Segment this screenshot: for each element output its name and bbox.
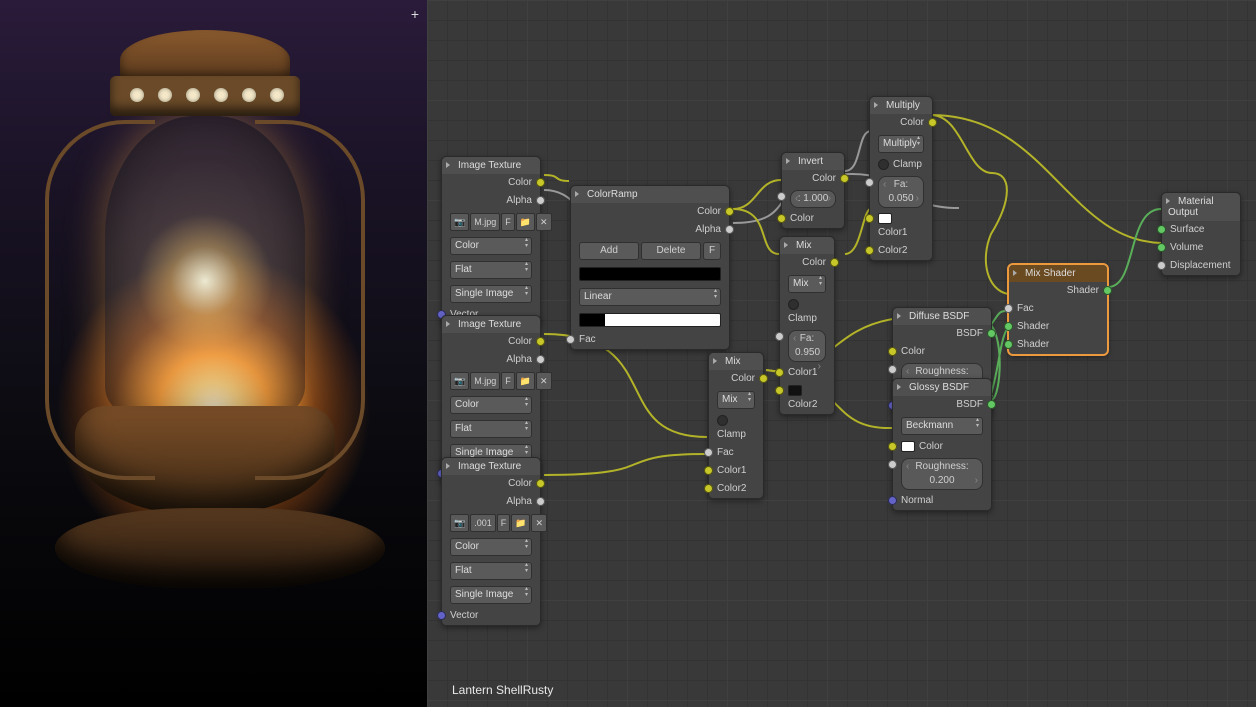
- socket-color-out[interactable]: [759, 374, 768, 383]
- add-button[interactable]: Add: [579, 242, 639, 260]
- distribution-dropdown[interactable]: Beckmann: [901, 417, 983, 435]
- image-selector[interactable]: 📷M.jpgF📁✕: [450, 213, 532, 231]
- node-glossy-bsdf[interactable]: Glossy BSDF BSDF Beckmann Color Roughnes…: [892, 378, 992, 511]
- clamp-checkbox[interactable]: [878, 159, 889, 170]
- color-swatch[interactable]: [901, 441, 915, 452]
- clamp-checkbox[interactable]: [717, 415, 728, 426]
- expand-icon[interactable]: +: [411, 6, 419, 22]
- ramp-gradient[interactable]: [579, 313, 721, 327]
- node-multiply[interactable]: Multiply Color Multiply Clamp Fa: 0.050 …: [869, 96, 933, 261]
- socket-alpha-out[interactable]: [536, 355, 545, 364]
- roughness-field[interactable]: Roughness: 0.200: [901, 458, 983, 490]
- socket-fac-in[interactable]: [566, 335, 575, 344]
- node-mix-1[interactable]: Mix Color Mix Clamp Fa: 0.950 Color1 Col…: [779, 236, 835, 415]
- socket-color-out[interactable]: [830, 258, 839, 267]
- socket-bsdf-out[interactable]: [987, 329, 996, 338]
- node-invert[interactable]: Invert Color : 1.000 Color: [781, 152, 845, 229]
- socket-color-out[interactable]: [840, 174, 849, 183]
- flip-button[interactable]: F: [703, 242, 721, 260]
- blend-dropdown[interactable]: Mix: [788, 275, 826, 293]
- delete-button[interactable]: Delete: [641, 242, 701, 260]
- blend-dropdown[interactable]: Mix: [717, 391, 755, 409]
- fac-field[interactable]: : 1.000: [790, 190, 836, 208]
- color1-swatch[interactable]: [878, 213, 892, 224]
- fac-field[interactable]: Fa: 0.050: [878, 176, 924, 208]
- socket-color-out[interactable]: [928, 118, 937, 127]
- image-selector[interactable]: 📷.001F📁✕: [450, 514, 532, 532]
- socket-shader-out[interactable]: [1103, 286, 1112, 295]
- socket-color-out[interactable]: [725, 207, 734, 216]
- clamp-checkbox[interactable]: [788, 299, 799, 310]
- node-material-output[interactable]: Material Output Surface Volume Displacem…: [1161, 192, 1241, 276]
- image-selector[interactable]: 📷M.jpgF📁✕: [450, 372, 532, 390]
- node-mix-2[interactable]: Mix Color Mix Clamp Fac Color1 Color2: [708, 352, 764, 499]
- interp-dropdown[interactable]: Linear: [579, 288, 721, 306]
- socket-alpha-out[interactable]: [725, 225, 734, 234]
- projection-dropdown[interactable]: Flat: [450, 261, 532, 279]
- render-preview: +: [0, 0, 427, 707]
- socket-color-in[interactable]: [777, 214, 786, 223]
- socket-alpha-out[interactable]: [536, 196, 545, 205]
- blend-dropdown[interactable]: Multiply: [878, 135, 924, 153]
- socket-color-out[interactable]: [536, 479, 545, 488]
- socket-bsdf-out[interactable]: [987, 400, 996, 409]
- source-dropdown[interactable]: Single Image: [450, 285, 532, 303]
- socket-color-out[interactable]: [536, 337, 545, 346]
- socket-alpha-out[interactable]: [536, 497, 545, 506]
- color2-swatch[interactable]: [788, 385, 802, 396]
- node-title: Image Texture: [458, 160, 521, 171]
- ramp-preview[interactable]: [579, 267, 721, 281]
- fac-field[interactable]: Fa: 0.950: [788, 330, 826, 362]
- socket-fac-in[interactable]: [777, 192, 786, 201]
- node-editor[interactable]: Image Texture Color Alpha 📷M.jpgF📁✕ Colo…: [427, 0, 1256, 707]
- lantern-render: [55, 30, 355, 670]
- node-color-ramp[interactable]: ColorRamp Color Alpha AddDeleteF Linear …: [570, 185, 730, 350]
- node-mix-shader[interactable]: Mix Shader Shader Fac Shader Shader: [1008, 264, 1108, 355]
- color-space-dropdown[interactable]: Color: [450, 237, 532, 255]
- node-wires: [427, 0, 1256, 707]
- node-image-texture-1[interactable]: Image Texture Color Alpha 📷M.jpgF📁✕ Colo…: [441, 156, 541, 325]
- socket-color-out[interactable]: [536, 178, 545, 187]
- node-image-texture-3[interactable]: Image Texture Color Alpha 📷.001F📁✕ Color…: [441, 457, 541, 626]
- material-name-label: Lantern ShellRusty: [452, 683, 553, 697]
